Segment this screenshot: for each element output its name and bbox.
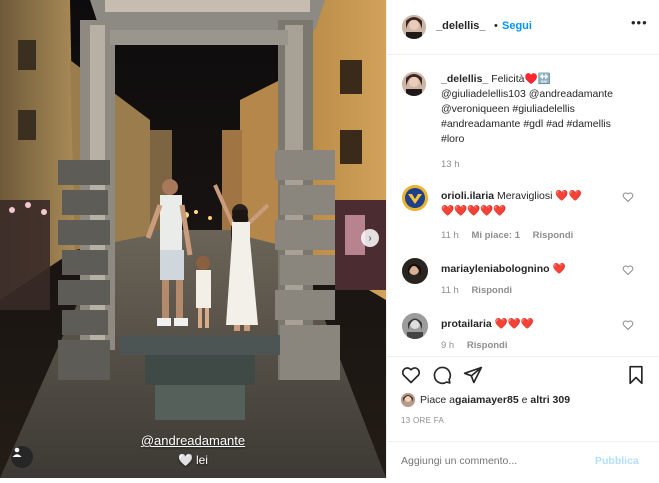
comment-meta: 11 h Mi piace: 1 Rispondi — [441, 230, 583, 241]
post-actions: Piace a gaiamayer85 e altri 309 13 ORE F… — [387, 356, 659, 478]
caption-author[interactable]: _delellis_ — [441, 73, 488, 85]
comment-body: orioli.ilaria Meravigliosi ❤️❤️ ❤️❤️❤️❤️… — [441, 189, 621, 219]
comment-time: 11 h — [441, 230, 459, 241]
comment-time: 11 h — [441, 285, 459, 296]
comment-time: 9 h — [441, 340, 455, 351]
white-heart-icon: 🤍 — [178, 453, 193, 467]
author-username[interactable]: _delellis_ — [436, 20, 486, 32]
comment-text: Meravigliosi ❤️❤️ — [494, 190, 582, 202]
like-heart-icon[interactable] — [622, 319, 634, 331]
reply-button[interactable]: Rispondi — [533, 230, 574, 241]
chevron-right-icon: › — [368, 232, 372, 244]
like-heart-icon[interactable] — [622, 264, 634, 276]
post-side-panel: _delellis_ • Segui ••• _delellis_ Felici… — [386, 0, 659, 478]
commenter-avatar[interactable] — [402, 258, 428, 284]
comment-username[interactable]: mariayleniabolognino — [441, 263, 550, 275]
caption-line4: #andreadamante #gdl #ad #damellis — [441, 118, 611, 130]
next-slide-button[interactable]: › — [361, 229, 379, 247]
overlay-lei-label: lei — [195, 453, 208, 467]
comment-text: ❤️ — [549, 263, 566, 275]
post-photo[interactable]: › @andreadamante 🤍 lei — [0, 0, 386, 478]
likes-others-link[interactable]: altri 309 — [530, 394, 570, 406]
reply-button[interactable]: Rispondi — [467, 340, 508, 351]
comment-meta: 11 h Rispondi — [441, 285, 522, 296]
likes-summary: Piace a gaiamayer85 e altri 309 — [401, 393, 570, 407]
comment-username[interactable]: protailaria — [441, 318, 492, 330]
heart-icon[interactable] — [401, 365, 421, 385]
photo-scene — [0, 0, 386, 478]
likes-mid: e — [518, 394, 531, 406]
comment-body: mariayleniabolognino ❤️ — [441, 262, 621, 277]
more-icon[interactable]: ••• — [631, 15, 648, 30]
comment-text: ❤️❤️❤️ — [491, 318, 534, 330]
caption-line5: #loro — [441, 133, 465, 145]
follow-button[interactable]: Segui — [502, 20, 532, 32]
post-header: _delellis_ • Segui ••• — [387, 0, 659, 55]
like-heart-icon[interactable] — [622, 191, 634, 203]
overlay-mention-text: @andreadamante — [140, 433, 246, 448]
comment-input[interactable] — [401, 455, 581, 467]
caption-line3: @veroniqueen #giuliadelellis — [441, 103, 575, 115]
share-icon[interactable] — [463, 365, 483, 385]
comment-meta: 9 h Rispondi — [441, 340, 518, 351]
add-comment-bar: Pubblica — [387, 441, 659, 479]
author-avatar[interactable] — [402, 15, 426, 39]
likes-prefix: Piace a — [420, 394, 456, 406]
caption-avatar[interactable] — [402, 72, 426, 96]
caption-text: _delellis_ Felicità♥️🔛 @giuliadelellis10… — [441, 72, 651, 147]
liker-avatar[interactable] — [401, 393, 415, 407]
separator-dot: • — [494, 20, 498, 32]
comment-text-continued: ❤️❤️❤️❤️❤️ — [441, 205, 507, 217]
user-tag-button[interactable] — [11, 446, 33, 468]
commenter-avatar[interactable] — [402, 313, 428, 339]
comment-username[interactable]: orioli.ilaria — [441, 190, 494, 202]
reply-button[interactable]: Rispondi — [471, 285, 512, 296]
caption-line2: @giuliadelellis103 @andreadamante — [441, 88, 613, 100]
posted-time[interactable]: 13 ORE FA — [401, 416, 444, 425]
bookmark-icon[interactable] — [626, 365, 646, 385]
comment-icon[interactable] — [432, 365, 452, 385]
user-tag-icon — [12, 447, 22, 457]
publish-button[interactable]: Pubblica — [595, 455, 639, 467]
comment-likes-count[interactable]: Mi piace: 1 — [471, 230, 520, 241]
commenter-avatar[interactable] — [402, 185, 428, 211]
overlay-lei-text: 🤍 lei — [0, 453, 386, 467]
liker-username[interactable]: gaiamayer85 — [455, 394, 519, 406]
caption-time: 13 h — [441, 159, 460, 170]
caption-line1: Felicità♥️🔛 — [488, 73, 551, 85]
comment-body: protailaria ❤️❤️❤️ — [441, 317, 621, 332]
